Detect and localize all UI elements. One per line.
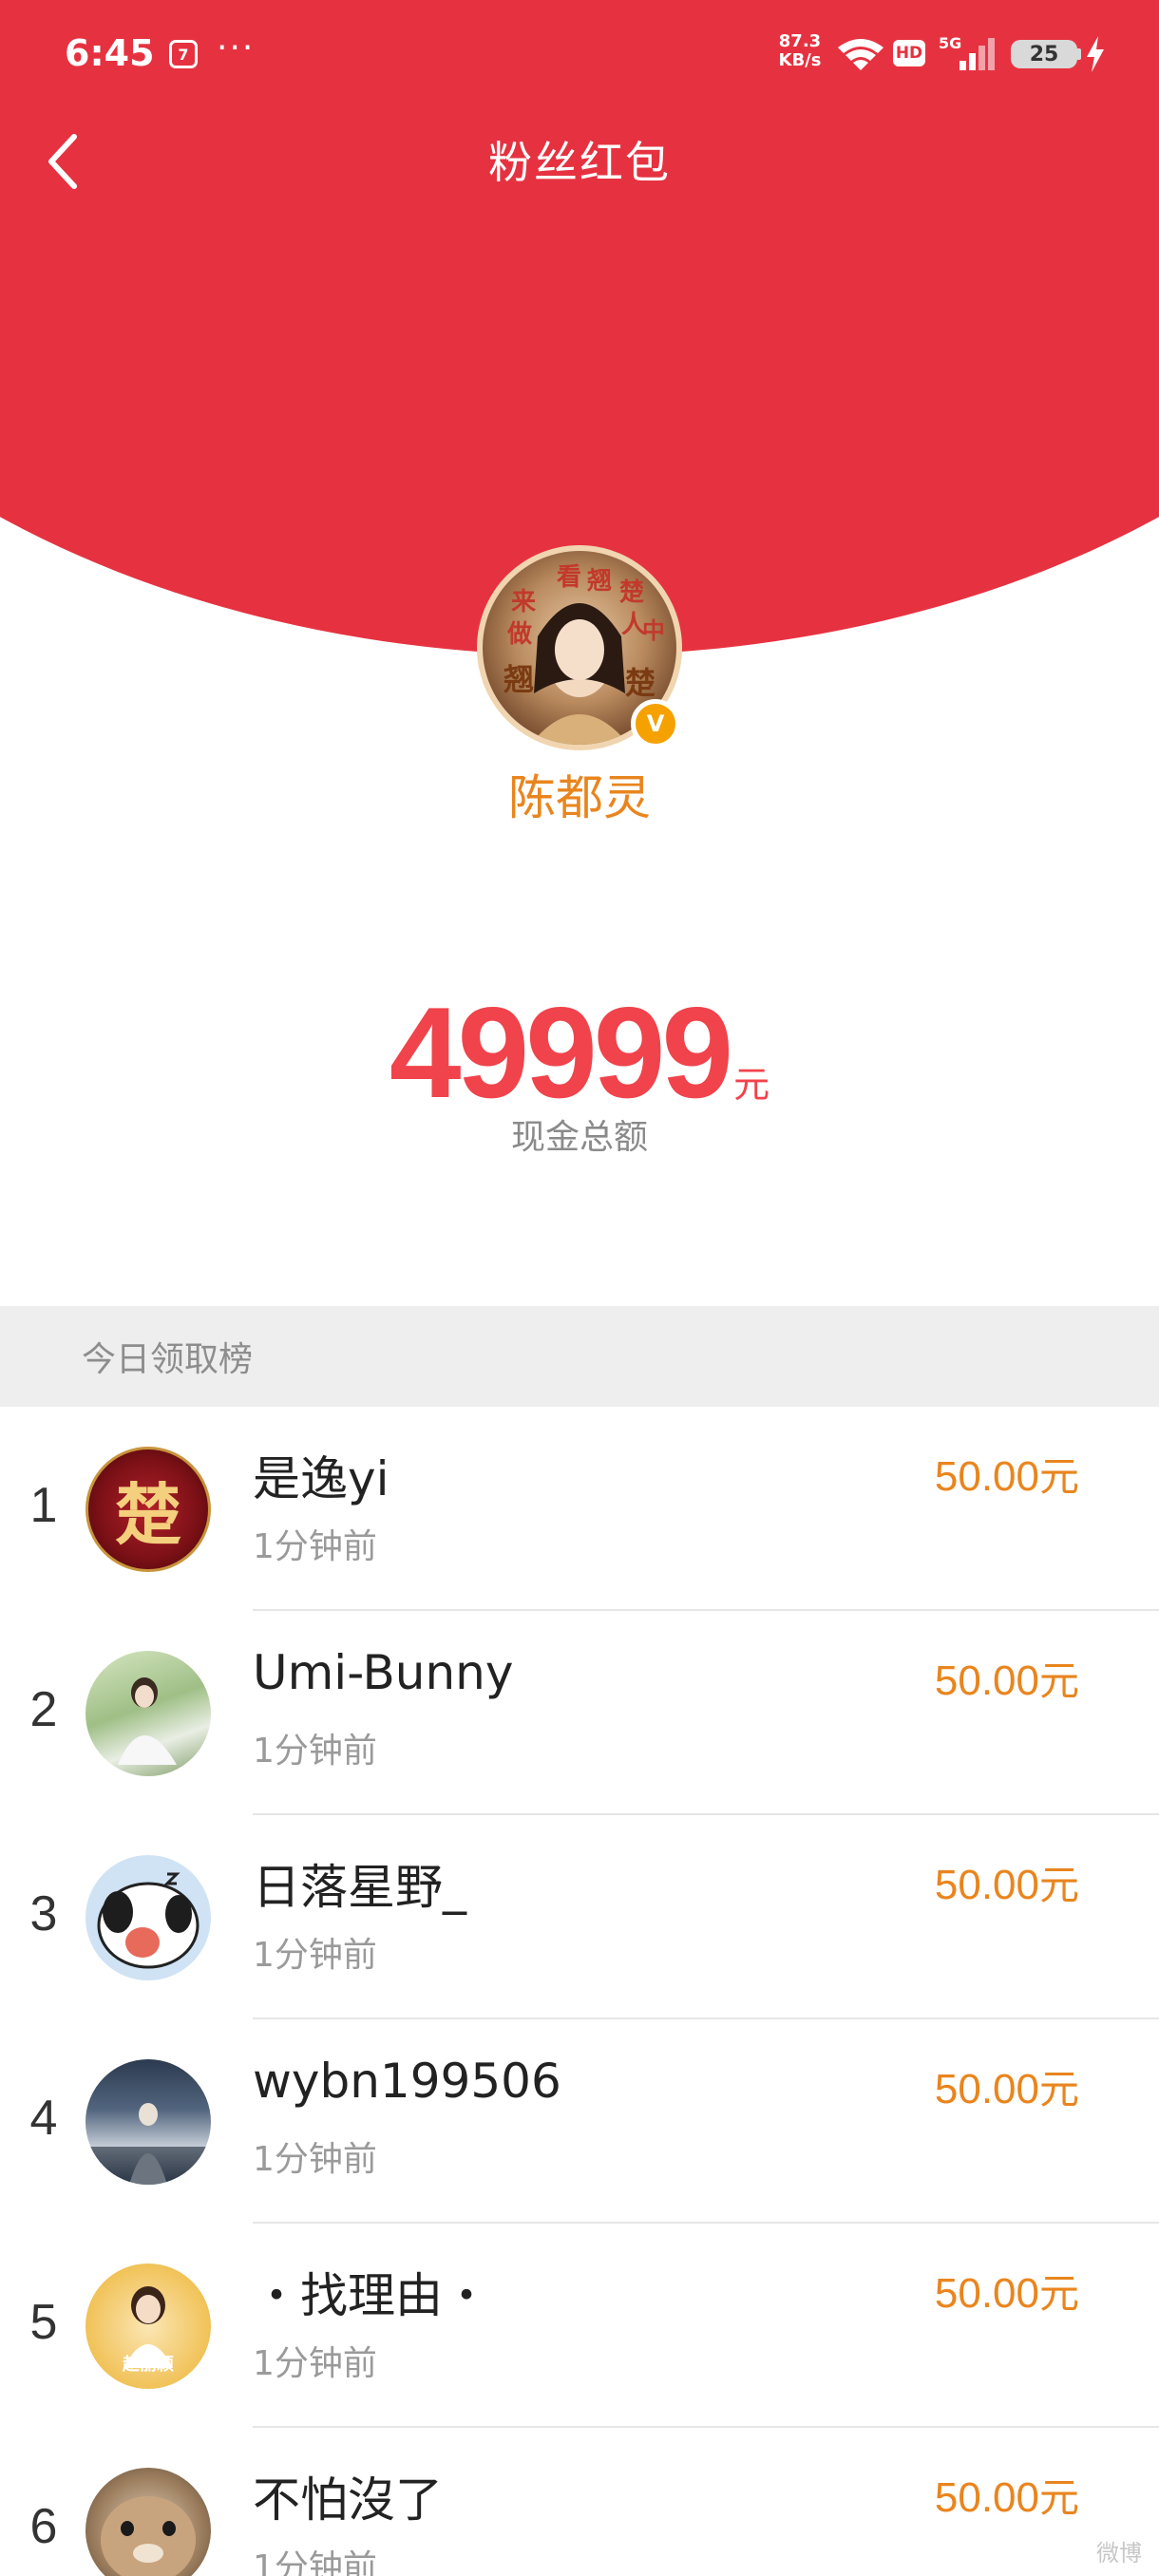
network-speed-value: 87.3 <box>778 31 822 51</box>
claim-time: 1分钟前 <box>253 1936 377 1975</box>
status-time: 6:45 <box>65 32 155 74</box>
notification-app-icon: 7 <box>169 40 198 68</box>
claim-amount: 50.00元 <box>935 1649 1079 1707</box>
user-name[interactable]: wybn199506 <box>253 2054 561 2109</box>
ranking-row[interactable]: 3 日落星野_ 1分钟前 50.00元 <box>0 1815 1159 2019</box>
user-avatar[interactable] <box>86 1651 211 1776</box>
creator-name[interactable]: 陈都灵 <box>0 760 1159 828</box>
user-avatar-art <box>101 2496 196 2576</box>
claim-amount: 50.00元 <box>935 1445 1079 1503</box>
avatar-caption: 赵丽颖 <box>122 2354 174 2375</box>
claim-amount-unit: 元 <box>1038 2270 1079 2317</box>
user-name[interactable]: Umi-Bunny <box>253 1645 513 1700</box>
battery-icon: 25 <box>1011 40 1077 68</box>
avatar-overlay-char-2: 看 <box>557 563 581 592</box>
claim-time: 1分钟前 <box>253 1732 377 1771</box>
total-amount-label: 现金总额 <box>510 1118 648 1157</box>
avatar-overlay-char-8: 翘 <box>503 661 534 697</box>
rank-number: 3 <box>29 1886 58 1941</box>
ranking-row[interactable]: 2 Umi-Bunny 1分钟前 50.00元 <box>0 1611 1159 1815</box>
claim-amount-value: 50.00 <box>934 2270 1039 2317</box>
ranking-row[interactable]: 4 wybn199506 1分钟前 50.00元 <box>0 2019 1159 2224</box>
claim-amount-value: 50.00 <box>934 1453 1039 1500</box>
ranking-row[interactable]: 5 赵丽颖 ・找理由・ 1分钟前 50.00元 <box>0 2224 1159 2428</box>
network-type-label: 5G <box>939 34 961 52</box>
avatar-overlay-char-4: 楚 <box>619 578 644 607</box>
claim-amount-unit: 元 <box>1038 1657 1079 1704</box>
claim-amount-value: 50.00 <box>934 1862 1039 1908</box>
rank-number: 2 <box>29 1682 58 1737</box>
user-name[interactable]: 日落星野_ <box>253 1849 466 1918</box>
rank-number: 5 <box>29 2295 58 2350</box>
user-avatar-art <box>118 1677 177 1765</box>
claim-amount-unit: 元 <box>1038 1862 1079 1908</box>
claim-amount: 50.00元 <box>935 2466 1079 2524</box>
claim-time: 1分钟前 <box>253 2140 377 2179</box>
claim-amount-value: 50.00 <box>934 2474 1039 2521</box>
user-avatar-art <box>86 2103 211 2185</box>
user-avatar-art: 赵丽颖 <box>122 2286 174 2375</box>
total-amount-unit: 元 <box>733 1064 770 1106</box>
rank-number: 6 <box>29 2499 58 2554</box>
battery-tip <box>1077 48 1081 60</box>
rank-number: 1 <box>29 1478 58 1533</box>
rank-number: 4 <box>29 2091 58 2146</box>
user-name[interactable]: 是逸yi <box>253 1441 389 1509</box>
watermark: 微博 <box>1096 2540 1142 2567</box>
charging-icon <box>1087 36 1104 72</box>
user-avatar[interactable]: 楚 <box>86 1447 211 1572</box>
wifi-icon <box>838 39 884 70</box>
avatar-overlay-char-7: 中 <box>642 617 665 644</box>
hd-voice-icon: HD <box>893 40 925 66</box>
avatar-overlay-char-9: 楚 <box>625 665 656 701</box>
network-speed: 87.3 KB/s <box>771 32 828 70</box>
user-name[interactable]: ・找理由・ <box>253 2258 490 2326</box>
network-speed-unit: KB/s <box>778 50 822 70</box>
claim-amount-unit: 元 <box>1038 1453 1079 1500</box>
total-amount-value: 49999 <box>389 980 733 1125</box>
user-avatar[interactable] <box>86 2468 211 2576</box>
user-avatar[interactable]: 赵丽颖 <box>86 2263 211 2389</box>
claim-amount-value: 50.00 <box>934 2066 1039 2112</box>
claim-amount: 50.00元 <box>935 2262 1079 2320</box>
claim-time: 1分钟前 <box>253 2548 377 2576</box>
user-name[interactable]: 不怕沒了 <box>253 2462 443 2530</box>
claim-amount-value: 50.00 <box>934 1657 1039 1704</box>
claim-amount-unit: 元 <box>1038 2474 1079 2521</box>
user-avatar[interactable] <box>86 2059 211 2185</box>
status-bar: 6:45 7 ··· 87.3 KB/s HD 5G 25 <box>0 0 1159 104</box>
claim-time: 1分钟前 <box>253 1527 377 1566</box>
ranking-list: 1 楚 是逸yi 1分钟前 50.00元 2 Umi-Bunny 1分钟前 50… <box>0 1407 1159 2576</box>
avatar-overlay-char-3: 翘 <box>586 567 612 596</box>
verified-badge-icon: V <box>631 699 680 748</box>
avatar-overlay-char-1: 来 <box>511 588 537 616</box>
claim-time: 1分钟前 <box>253 2344 377 2383</box>
ranking-header: 今日领取榜 <box>0 1306 1159 1407</box>
user-avatar-art <box>97 1872 200 1969</box>
user-avatar[interactable] <box>86 1855 211 1980</box>
claim-amount: 50.00元 <box>935 1853 1079 1911</box>
ranking-row[interactable]: 1 楚 是逸yi 1分钟前 50.00元 <box>0 1407 1159 1611</box>
claim-amount: 50.00元 <box>935 2057 1079 2115</box>
total-amount: 49999 元 <box>0 978 1159 1127</box>
more-notifications-icon: ··· <box>217 28 256 67</box>
avatar-overlay-char-5: 做 <box>506 620 532 649</box>
signal-5g-icon: 5G <box>939 34 995 70</box>
page-title: 粉丝红包 <box>488 137 671 188</box>
claim-amount-unit: 元 <box>1038 2066 1079 2112</box>
red-packet-page: 6:45 7 ··· 87.3 KB/s HD 5G 25 粉丝红包 来 看 翘… <box>0 0 1159 2576</box>
